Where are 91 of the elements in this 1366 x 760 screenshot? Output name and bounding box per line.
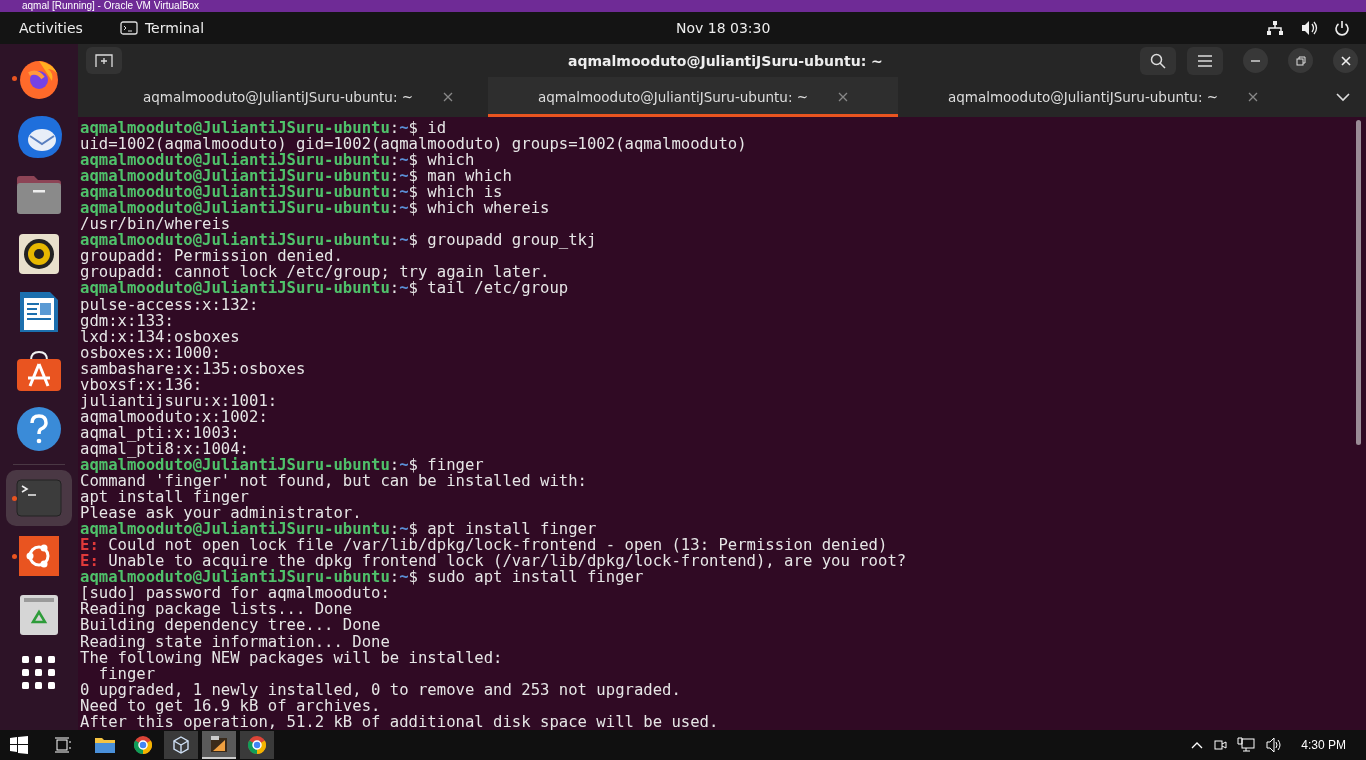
folder-icon (95, 737, 115, 753)
document-icon (18, 290, 60, 334)
terminal-line: lxd:x:134:osboxes (80, 328, 241, 345)
minimize-button[interactable] (1243, 48, 1268, 73)
running-indicator (12, 495, 17, 501)
new-tab-icon (95, 53, 113, 68)
volume-icon[interactable] (1265, 737, 1284, 753)
terminal-line: aqmalmooduto@JuliantiJSuru-ubuntu:~$ sudo apt install finger (80, 569, 644, 586)
terminal-line: [sudo] password for aqmalmooduto: (80, 585, 391, 602)
window-title: aqmal [Running] - Oracle VM VirtualBox (22, 0, 200, 12)
speaker-icon (18, 232, 60, 275)
window-title: aqmalmooduto@JuliantiJSuru-ubuntu: ~ (568, 52, 883, 69)
network-icon[interactable] (1237, 737, 1256, 753)
trash-icon (19, 593, 59, 636)
clock[interactable]: 4:30 PM (1301, 738, 1346, 752)
network-icon[interactable] (1266, 20, 1284, 36)
chevron-up-icon[interactable] (1191, 741, 1204, 749)
terminal-line: apt install finger (80, 489, 249, 506)
tab[interactable]: aqmalmooduto@JuliantiJSuru-ubuntu: ~ (78, 77, 488, 117)
help-icon (16, 406, 62, 452)
ubuntu-logo-icon (19, 536, 59, 576)
terminal-line: The following NEW packages will be installed: (80, 649, 504, 666)
activities-button[interactable]: Activities (19, 20, 83, 36)
power-icon[interactable] (1334, 20, 1350, 36)
terminal-line: Command 'finger' not found, but can be installed with: (80, 473, 588, 490)
menu-icon (1198, 54, 1212, 67)
app-menu[interactable]: Terminal (119, 20, 205, 36)
terminal-line: E: Could not open lock file /var/lib/dpkg/lock-frontend - open (13: Permission denied) (80, 537, 888, 554)
windows-start-icon[interactable] (10, 736, 28, 754)
terminal-line: juliantijsuru:x:1001: (80, 392, 279, 409)
terminal-line: aqmalmooduto@JuliantiJSuru-ubuntu:~$ id (80, 120, 447, 137)
tab-label: aqmalmooduto@JuliantiJSuru-ubuntu: ~ (142, 89, 414, 105)
taskbar-app[interactable] (240, 731, 274, 759)
close-icon[interactable] (1248, 92, 1259, 102)
restore-button[interactable] (1288, 48, 1313, 73)
terminal-line: aqmalmooduto@JuliantiJSuru-ubuntu:~$ man which (80, 168, 513, 185)
terminal-line: aqmalmooduto@JuliantiJSuru-ubuntu:~$ which (80, 152, 475, 169)
terminal-line: pulse-access:x:132: (80, 296, 259, 313)
tab[interactable]: aqmalmooduto@JuliantiJSuru-ubuntu: ~ (898, 77, 1308, 117)
terminal-line: uid=1002(aqmalmooduto) gid=1002(aqmalmooduto) groups=1002(aqmalmooduto) (80, 136, 748, 153)
vm-window-icon (210, 735, 228, 753)
terminal-line: vboxsf:x:136: (80, 376, 204, 393)
tab-label: aqmalmooduto@JuliantiJSuru-ubuntu: ~ (947, 89, 1219, 105)
close-icon[interactable] (838, 92, 849, 102)
volume-icon[interactable] (1300, 20, 1318, 36)
taskbar-app[interactable] (164, 731, 198, 759)
terminal-icon (119, 21, 138, 35)
chevron-down-icon[interactable] (1336, 92, 1350, 102)
restore-icon (1295, 55, 1306, 66)
menu-button[interactable] (1187, 46, 1223, 75)
chrome-icon (248, 736, 266, 754)
terminal-line: E: Unable to acquire the dpkg frontend lock (/var/lib/dpkg/lock-frontend), are you root? (80, 553, 908, 570)
terminal-line: /usr/bin/whereis (80, 216, 231, 233)
terminal-line: sambashare:x:135:osboxes (80, 360, 307, 377)
close-button[interactable] (1333, 48, 1358, 73)
terminal-line: Reading state information... Done (80, 633, 391, 650)
running-indicator (12, 76, 17, 81)
shopping-bag-icon (16, 349, 62, 392)
chrome-icon (134, 736, 152, 754)
search-icon (1150, 52, 1166, 69)
terminal-line: groupadd: cannot lock /etc/group; try again later. (80, 264, 550, 281)
terminal-line: aqmalmooduto@JuliantiJSuru-ubuntu:~$ which is (80, 184, 503, 201)
terminal-line: osboxes:x:1000: (80, 344, 222, 361)
cube-icon (172, 736, 190, 754)
close-icon (1340, 55, 1351, 66)
terminal-line: aqmalmooduto@JuliantiJSuru-ubuntu:~$ groupadd group_tkj (80, 232, 598, 249)
close-icon[interactable] (443, 92, 454, 102)
terminal-line: aqmalmooduto@JuliantiJSuru-ubuntu:~$ tail /etc/group (80, 280, 570, 297)
tab[interactable]: aqmalmooduto@JuliantiJSuru-ubuntu: ~ (488, 77, 898, 117)
terminal-line: Reading package lists... Done (80, 601, 353, 618)
terminal-line: gdm:x:133: (80, 312, 174, 329)
taskbar-app[interactable] (202, 731, 236, 759)
search-button[interactable] (1140, 46, 1176, 75)
scrollbar[interactable] (1356, 120, 1361, 445)
terminal-line: groupadd: Permission denied. (80, 248, 343, 265)
terminal-line: aqmalmooduto@JuliantiJSuru-ubuntu:~$ finger (80, 457, 484, 474)
terminal-line: Building dependency tree... Done (80, 617, 382, 634)
terminal-line: aqmalmooduto@JuliantiJSuru-ubuntu:~$ apt install finger (80, 521, 598, 538)
new-tab-button[interactable] (86, 47, 122, 74)
running-indicator (12, 554, 17, 559)
tab-label: aqmalmooduto@JuliantiJSuru-ubuntu: ~ (537, 89, 809, 105)
terminal-line: aqmalmooduto@JuliantiJSuru-ubuntu:~$ which whereis (80, 200, 551, 217)
terminal-icon (16, 478, 62, 517)
terminal-line: Please ask your administrator. (80, 505, 362, 522)
terminal-line: 0 upgraded, 1 newly installed, 0 to remove and 253 not upgraded. (80, 681, 682, 698)
task-view-icon[interactable] (54, 737, 72, 753)
minimize-icon (1251, 59, 1260, 62)
folder-icon (15, 175, 63, 215)
terminal-line: finger (97, 665, 156, 682)
clock[interactable]: Nov 18 03:30 (676, 20, 771, 36)
app-grid-icon (22, 656, 56, 690)
